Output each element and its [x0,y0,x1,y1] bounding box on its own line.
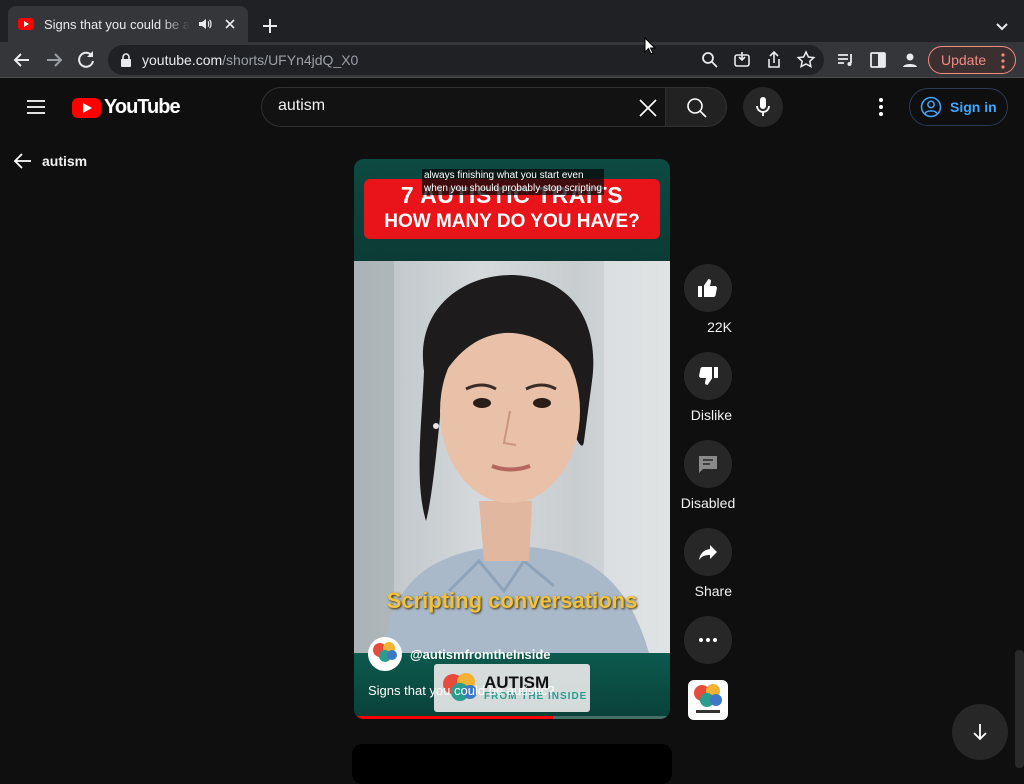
new-tab-icon[interactable] [258,14,282,38]
youtube-play-logo-icon [72,97,101,118]
video-progress-bar[interactable] [354,716,670,719]
share-page-icon[interactable] [764,50,784,70]
shorts-video-player[interactable]: 7 AUTISTIC TRAITS HOW MANY DO YOU HAVE? … [354,159,670,719]
tab-close-icon[interactable] [222,16,238,32]
youtube-favicon-icon [18,18,34,30]
share-arrow-icon [699,545,717,560]
thumbs-up-icon [698,279,717,297]
search-icon [687,98,707,118]
voice-search-button[interactable] [743,87,783,127]
back-arrow-icon[interactable] [10,48,34,72]
tab-search-chevron-icon[interactable] [990,14,1014,38]
browser-toolbar: youtube.com/shorts/UFYn4jdQ_X0 Update [0,42,1024,78]
search-input[interactable] [278,97,618,115]
dislike-action: Dislike [684,352,732,425]
like-button[interactable] [684,264,732,312]
back-to-search[interactable]: autism [12,150,87,172]
side-panel-icon[interactable] [868,50,888,70]
youtube-masthead: YouTube Sign in [0,79,1024,135]
media-control-icon[interactable] [836,50,856,70]
channel-handle[interactable]: @autismfromtheInside [410,647,551,662]
sound-thumbnail[interactable] [688,680,728,720]
address-bar[interactable]: youtube.com/shorts/UFYn4jdQ_X0 [108,45,824,75]
browser-tabstrip: Signs that you could be autistic? [0,0,1024,42]
brain-logo-icon [373,642,397,662]
channel-avatar[interactable] [368,637,402,671]
tab-title: Signs that you could be autistic? [44,16,190,32]
page-scrollbar[interactable] [1015,650,1024,768]
update-button[interactable]: Update [928,46,1016,74]
comment-icon [699,456,717,473]
more-horizontal-icon [699,638,717,642]
clear-search-icon[interactable] [636,96,660,120]
more-action [684,616,732,664]
hamburger-menu-icon[interactable] [24,95,48,119]
back-label: autism [42,153,88,169]
back-arrow-icon[interactable] [12,150,34,172]
video-progress-fill [354,716,554,719]
update-label: Update [941,52,987,68]
microphone-icon [756,97,770,116]
share-button[interactable] [684,528,732,576]
sign-in-button[interactable]: Sign in [909,88,1008,126]
next-video-button[interactable] [952,704,1008,760]
browser-tab[interactable]: Signs that you could be autistic? [8,6,248,42]
share-label: Share [694,583,732,599]
settings-more-icon[interactable] [869,95,893,119]
next-short-preview[interactable] [352,744,672,784]
like-action: 22K [684,264,732,337]
kebab-menu-icon[interactable] [1001,53,1005,69]
caption-line: when you should probably stop scripting [424,183,602,194]
youtube-logo-text: YouTube [104,96,181,118]
caption-line: always finishing what you start even [424,170,584,181]
dislike-button[interactable] [684,352,732,400]
bookmark-star-icon[interactable] [796,50,816,70]
comments-button[interactable] [684,440,732,488]
profile-icon[interactable] [900,50,920,70]
closed-caption: always finishing what you start even whe… [422,169,604,195]
channel-row[interactable]: @autismfromtheInside [368,637,551,671]
share-action: Share [684,528,732,601]
banner-line-2: HOW MANY DO YOU HAVE? [384,211,640,232]
short-title: Signs that you could be autistic? [368,683,555,698]
brain-logo-icon [694,684,722,713]
more-options-button[interactable] [684,616,732,664]
search-box[interactable] [261,87,666,127]
lock-icon[interactable] [120,53,132,67]
reload-icon[interactable] [74,48,98,72]
mouse-cursor-icon [644,37,656,55]
speaker-icon[interactable] [198,17,212,31]
install-app-icon[interactable] [732,50,752,70]
dislike-label: Dislike [690,407,732,423]
sign-in-label: Sign in [950,99,997,115]
youtube-logo[interactable]: YouTube [72,96,181,119]
comments-label: Disabled [680,495,736,511]
like-count: 22K [707,319,732,335]
account-circle-icon [920,96,942,118]
thumbs-down-icon [699,367,718,385]
url-text[interactable]: youtube.com/shorts/UFYn4jdQ_X0 [142,52,358,68]
forward-arrow-icon[interactable] [42,48,66,72]
search-button[interactable] [665,87,727,127]
comments-action: Disabled [680,440,736,513]
zoom-search-icon[interactable] [700,50,720,70]
arrow-down-icon [973,724,987,741]
video-overlay-text: Scripting conversations [386,588,638,613]
